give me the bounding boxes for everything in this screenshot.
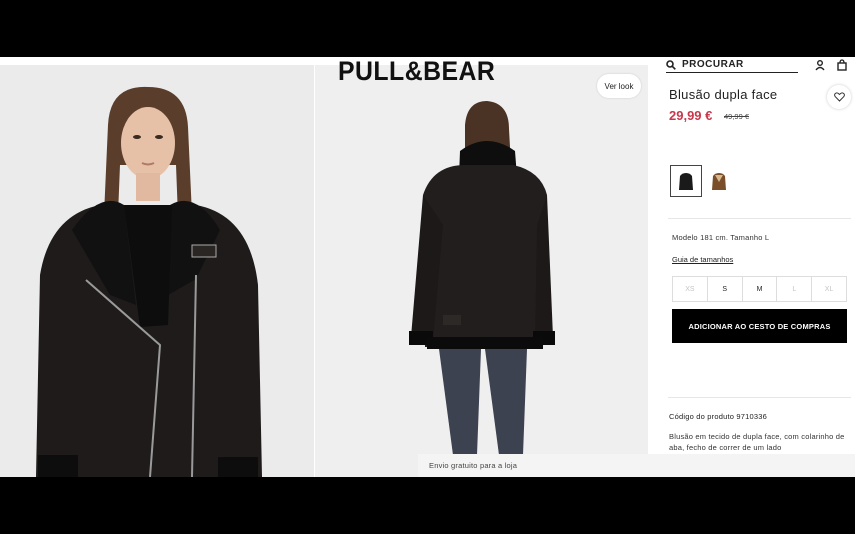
search-label: PROCURAR <box>682 59 744 70</box>
size-guide-link[interactable]: Guia de tamanhos <box>672 255 733 264</box>
product-code: Código do produto 9710336 <box>669 412 767 421</box>
product-page: Ver look PROCURAR PULL&BEAR Blusão dupla… <box>0 57 855 477</box>
size-option[interactable]: S <box>708 277 743 301</box>
ver-look-button[interactable]: Ver look <box>597 74 641 98</box>
color-swatch-black[interactable] <box>670 165 702 197</box>
old-price: 49,99 € <box>724 112 750 121</box>
bag-icon[interactable] <box>836 59 848 71</box>
shipping-banner: Envio gratuito para a loja <box>418 454 855 477</box>
brand-logo[interactable]: PULL&BEAR <box>338 57 495 85</box>
heart-icon <box>833 92 845 102</box>
product-title: Blusão dupla face <box>669 87 778 102</box>
divider <box>668 397 851 398</box>
color-swatch-brown[interactable] <box>703 165 735 197</box>
product-image-front[interactable] <box>0 65 314 477</box>
product-image-back[interactable] <box>315 65 648 477</box>
user-icon[interactable] <box>814 59 826 71</box>
search-bar[interactable]: PROCURAR <box>666 57 798 73</box>
size-selector: XS S M L XL <box>672 276 847 302</box>
product-description: Blusão em tecido de dupla face, com cola… <box>669 432 845 452</box>
size-option[interactable]: XL <box>812 277 846 301</box>
size-option[interactable]: M <box>743 277 778 301</box>
wishlist-button[interactable] <box>827 85 851 109</box>
current-price: 29,99 € <box>669 108 713 123</box>
size-option[interactable]: L <box>777 277 813 301</box>
size-option[interactable]: XS <box>673 277 708 301</box>
add-to-cart-button[interactable]: ADICIONAR AO CESTO DE COMPRAS <box>672 309 847 343</box>
model-info: Modelo 181 cm. Tamanho L <box>672 233 770 242</box>
divider <box>668 218 851 219</box>
search-icon <box>666 59 676 70</box>
